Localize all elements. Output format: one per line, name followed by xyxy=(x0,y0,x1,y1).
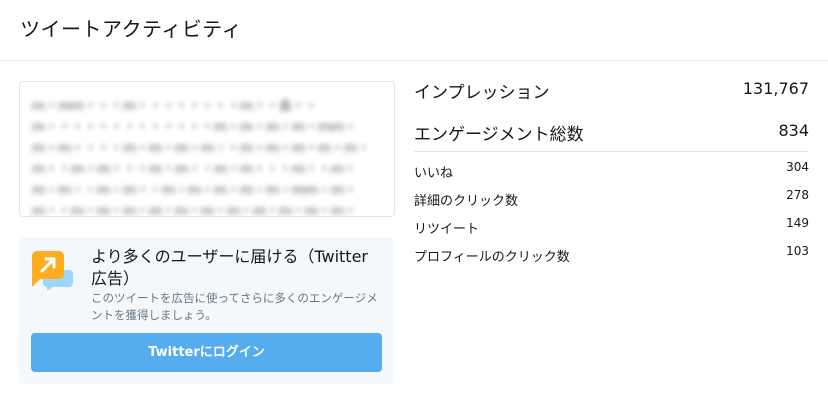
stat-label: プロフィールのクリック数 xyxy=(414,250,570,265)
stat-likes: いいね 304 xyxy=(414,160,809,188)
promote-description: このツイートを広告に使ってさらに多くのエンゲージメントを獲得しましょう。 xyxy=(91,291,378,322)
stat-label: いいね xyxy=(414,166,454,181)
stat-label: リツイート xyxy=(414,222,480,237)
stat-total-engagements: エンゲージメント総数 834 xyxy=(414,120,809,162)
stat-label: エンゲージメント総数 xyxy=(414,125,584,145)
tweet-text: ｍ・ｍｍ・・・ｍ・・・・・・・・ｍ・・会・・ｍ・・・・・・・・・・・・・ｍ・ｍ・… xyxy=(32,96,377,217)
stat-detail-expands: 詳細のクリック数 278 xyxy=(414,188,809,216)
modal-title: ツイートアクティビティ xyxy=(20,17,243,41)
stat-impressions: インプレッション 131,767 xyxy=(414,78,809,120)
stat-label: インプレッション xyxy=(414,83,550,103)
stats-divider xyxy=(414,151,809,152)
stat-value: 278 xyxy=(786,188,809,202)
promote-arrow-icon xyxy=(32,251,73,290)
stat-profile-clicks: プロフィールのクリック数 103 xyxy=(414,244,809,272)
stat-label: 詳細のクリック数 xyxy=(414,194,519,209)
tweet-text-blurred: ｍ・ｍｍ・・・ｍ・・・・・・・・ｍ・・会・・ｍ・・・・・・・・・・・・・ｍ・ｍ・… xyxy=(32,99,371,217)
twitter-login-button[interactable]: Twitterにログイン xyxy=(31,333,382,372)
stats-panel: インプレッション 131,767 エンゲージメント総数 834 いいね 304 … xyxy=(414,78,809,265)
stat-value: 131,767 xyxy=(742,79,809,98)
tweet-preview: ｍ・ｍｍ・・・ｍ・・・・・・・・ｍ・・会・・ｍ・・・・・・・・・・・・・ｍ・ｍ・… xyxy=(19,81,395,217)
promote-panel: より多くのユーザーに届ける（Twitter広告） このツイートを広告に使ってさら… xyxy=(19,237,394,384)
stat-retweets: リツイート 149 xyxy=(414,216,809,244)
stat-value: 834 xyxy=(778,121,809,140)
stat-value: 304 xyxy=(786,160,809,174)
stat-value: 103 xyxy=(786,244,809,258)
engagement-breakdown: いいね 304 詳細のクリック数 278 リツイート 149 プロフィールのクリ… xyxy=(414,160,809,272)
stat-value: 149 xyxy=(786,216,809,230)
promote-title: より多くのユーザーに届ける（Twitter広告） xyxy=(91,247,368,288)
modal-header: ツイートアクティビティ xyxy=(0,0,828,61)
tweet-activity-modal: ツイートアクティビティ ｍ・ｍｍ・・・ｍ・・・・・・・・ｍ・・会・・ｍ・・・・・… xyxy=(0,0,828,404)
